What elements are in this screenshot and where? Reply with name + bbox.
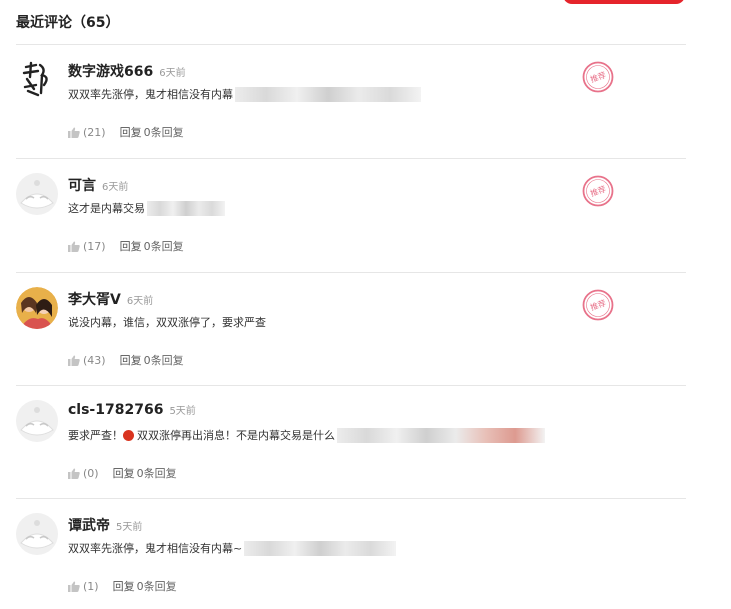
thumbs-up-icon	[68, 581, 80, 592]
avatar[interactable]	[16, 513, 58, 555]
recommended-stamp-icon: 推荐	[582, 289, 614, 321]
reply-button[interactable]: 回复	[120, 124, 142, 140]
like-button[interactable]: (0)	[68, 467, 99, 480]
fire-emoji-icon	[123, 429, 134, 441]
comment-time: 6天前	[126, 296, 154, 307]
like-button[interactable]: (43)	[68, 354, 106, 367]
comment-item: 可言 6天前 这才是内幕交易 (17) 回复 0条回复 推荐	[16, 159, 686, 269]
like-button[interactable]: (1)	[68, 580, 99, 593]
like-count: (43)	[83, 353, 106, 367]
comment-text: 说没内幕，谁信，双双涨停了，要求严查	[68, 316, 266, 329]
comment-item: 数字游戏666 6天前 双双率先涨停，鬼才相信没有内幕 (21) 回复 0条回复 …	[16, 45, 686, 155]
like-button[interactable]: (17)	[68, 240, 106, 253]
thumbs-up-icon	[68, 355, 80, 366]
reply-count[interactable]: 0条回复	[144, 124, 184, 140]
avatar[interactable]	[16, 59, 58, 101]
default-avatar-icon	[16, 173, 58, 215]
like-count: (21)	[83, 125, 106, 139]
user-photo-avatar-icon	[16, 287, 58, 329]
comments-header: 最近评论（65）	[16, 15, 120, 31]
reply-count[interactable]: 0条回复	[144, 238, 184, 254]
blurred-text	[235, 86, 421, 102]
avatar[interactable]	[16, 173, 58, 215]
avatar[interactable]	[16, 400, 58, 442]
comment-author[interactable]: 李大胥V 6天前	[68, 289, 153, 309]
default-avatar-icon	[16, 513, 58, 555]
reply-count[interactable]: 0条回复	[137, 578, 177, 594]
comment-time: 5天前	[116, 522, 143, 533]
stamp-label: 推荐	[589, 70, 607, 85]
comment-author[interactable]: 可言 6天前	[68, 175, 128, 195]
blurred-text	[147, 200, 225, 216]
thumbs-up-icon	[68, 468, 80, 479]
reply-count[interactable]: 0条回复	[137, 465, 177, 481]
recommended-stamp-icon: 推荐	[582, 175, 614, 207]
reply-count[interactable]: 0条回复	[144, 352, 184, 368]
comment-item: 谭武帝 5天前 双双率先涨停，鬼才相信没有内幕~ (1) 回复 0条回复	[16, 499, 686, 609]
comment-time: 6天前	[102, 182, 129, 193]
comment-author[interactable]: 数字游戏666 6天前	[68, 61, 186, 81]
thumbs-up-icon	[68, 127, 80, 138]
blurred-text	[337, 427, 545, 443]
like-count: (0)	[83, 466, 99, 480]
thumbs-up-icon	[68, 241, 80, 252]
comment-author[interactable]: cls-1782766 5天前	[68, 402, 196, 418]
reply-button[interactable]: 回复	[113, 465, 135, 481]
comment-time: 6天前	[159, 68, 186, 79]
recommended-stamp-icon: 推荐	[582, 61, 614, 93]
like-count: (17)	[83, 239, 106, 253]
stamp-label: 推荐	[589, 298, 607, 313]
comment-text: 要求严查！ 双双涨停再出消息！不是内幕交易是什么	[68, 427, 545, 443]
default-avatar-icon	[16, 400, 58, 442]
avatar[interactable]	[16, 287, 58, 329]
comment-item: 李大胥V 6天前 说没内幕，谁信，双双涨停了，要求严查 (43) 回复 0条回复 …	[16, 273, 686, 383]
calligraphy-avatar-icon	[22, 61, 48, 97]
like-button[interactable]: (21)	[68, 126, 106, 139]
reply-button[interactable]: 回复	[120, 238, 142, 254]
comment-item: cls-1782766 5天前 要求严查！ 双双涨停再出消息！不是内幕交易是什么 …	[16, 386, 686, 496]
top-action-button[interactable]	[563, 0, 685, 4]
comment-text: 双双率先涨停，鬼才相信没有内幕~	[68, 540, 397, 556]
comment-text: 双双率先涨停，鬼才相信没有内幕	[68, 86, 421, 102]
reply-button[interactable]: 回复	[113, 578, 135, 594]
comment-author[interactable]: 谭武帝 5天前	[68, 515, 142, 535]
comment-time: 5天前	[169, 406, 196, 417]
like-count: (1)	[83, 579, 99, 593]
stamp-label: 推荐	[589, 184, 607, 199]
comment-text: 这才是内幕交易	[68, 200, 225, 216]
reply-button[interactable]: 回复	[120, 352, 142, 368]
blurred-text	[244, 540, 397, 556]
